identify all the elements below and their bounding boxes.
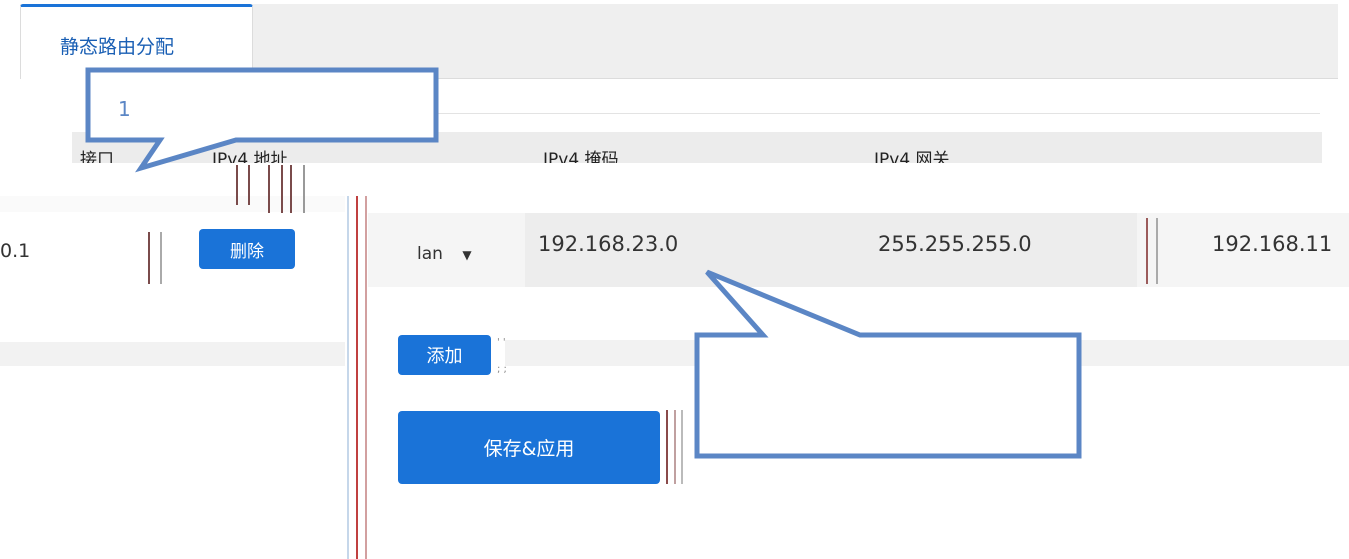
- callout-2: [694, 269, 1082, 459]
- callout-overlay: [85, 67, 1082, 459]
- callout-1-label: 1: [118, 97, 131, 121]
- callout-1: [85, 67, 439, 173]
